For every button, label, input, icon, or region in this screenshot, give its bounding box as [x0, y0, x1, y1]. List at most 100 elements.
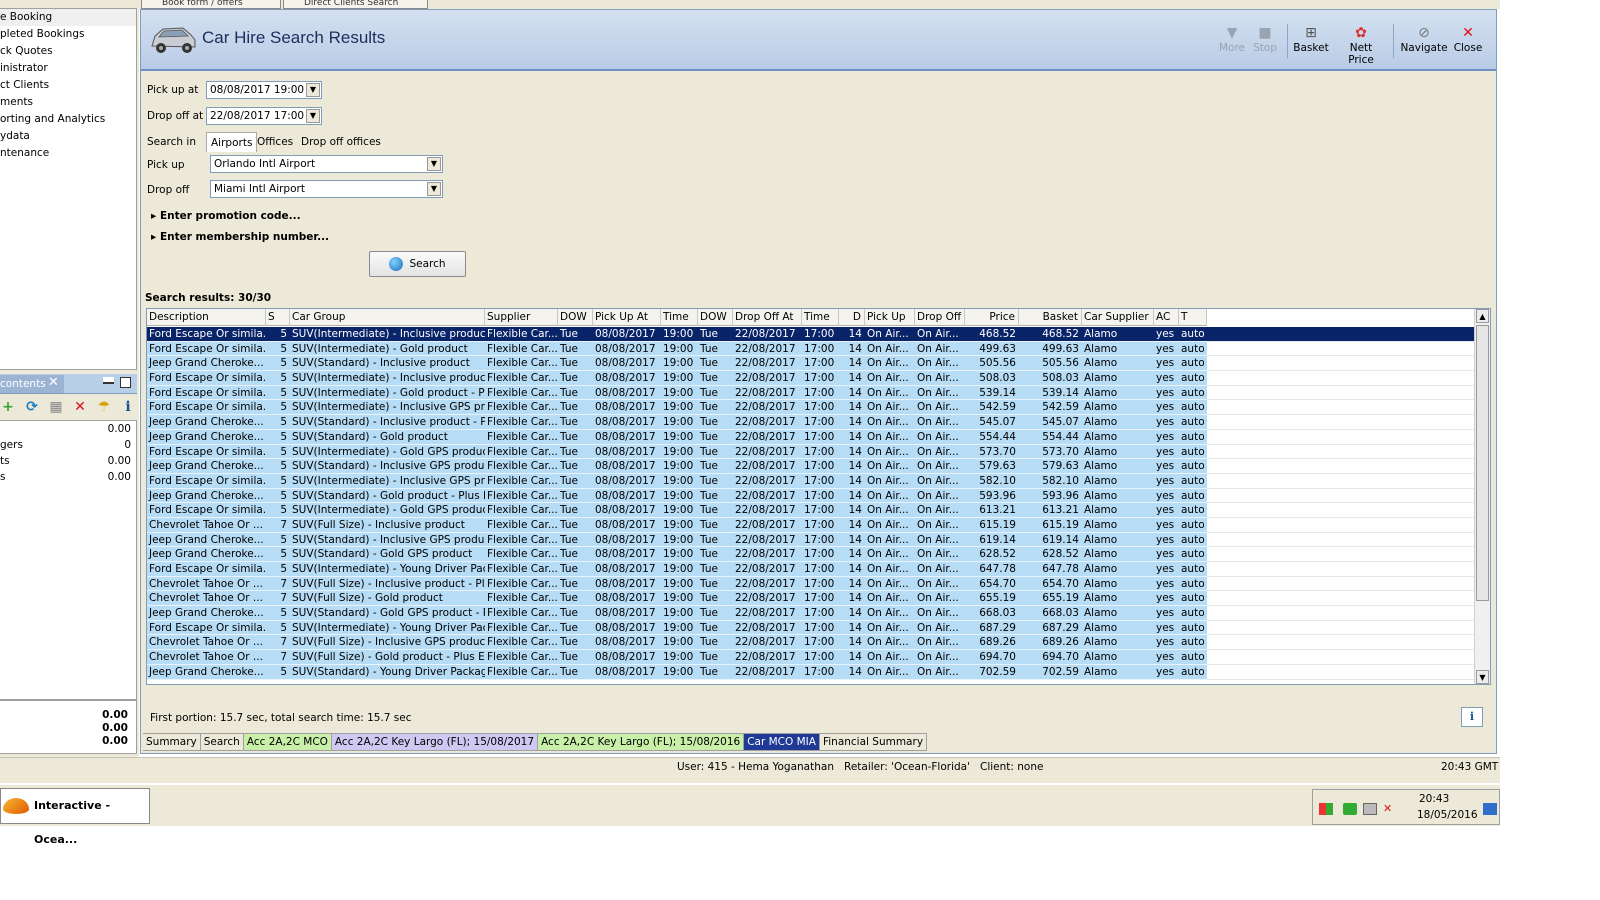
windows-flag-icon[interactable]: [1319, 803, 1333, 815]
table-row[interactable]: Jeep Grand Cheroke... 5 SUV(Standard) - Go…: [147, 606, 1475, 621]
column-header[interactable]: T: [1179, 309, 1207, 326]
nav-item-booking[interactable]: e Booking: [0, 9, 136, 26]
delete-icon[interactable]: ✕: [72, 399, 88, 415]
table-row[interactable]: Chevrolet Tahoe Or ... 7 SUV(Full Size) - …: [147, 591, 1475, 607]
nav-item-keydata[interactable]: ydata: [0, 128, 136, 145]
column-header[interactable]: Time: [661, 309, 698, 326]
column-header[interactable]: AC: [1154, 309, 1179, 326]
navigate-button[interactable]: ⊘ Navigate: [1400, 24, 1448, 62]
volume-muted-icon[interactable]: ✕: [1383, 803, 1397, 815]
dropoff-datetime-field[interactable]: 22/08/2017 17:00 ▼: [206, 107, 322, 125]
promotion-code-expander[interactable]: ▸ Enter promotion code...: [151, 210, 301, 222]
tab-airports[interactable]: Airports: [206, 132, 258, 152]
table-row[interactable]: Chevrolet Tahoe Or ... 7 SUV(Full Size) - …: [147, 517, 1475, 533]
column-header[interactable]: DOW: [558, 309, 593, 326]
table-row[interactable]: Ford Escape Or simila... 5 SUV(Intermediat…: [147, 562, 1475, 577]
dropoff-location-select[interactable]: Miami Intl Airport ▼: [210, 180, 443, 198]
nav-item-administrator[interactable]: inistrator: [0, 60, 136, 77]
table-row[interactable]: Jeep Grand Cheroke... 5 SUV(Standard) - In…: [147, 532, 1475, 548]
basket-icon[interactable]: ▦: [48, 399, 64, 415]
close-button[interactable]: ✕ Close: [1453, 24, 1483, 62]
table-row[interactable]: Chevrolet Tahoe Or ... 7 SUV(Full Size) - …: [147, 650, 1475, 665]
tab-search[interactable]: Search: [200, 733, 244, 751]
table-row[interactable]: Jeep Grand Cheroke... 5 SUV(Standard) - In…: [147, 356, 1475, 372]
table-row[interactable]: Ford Escape Or simila... 5 SUV(Intermediat…: [147, 400, 1475, 416]
search-button[interactable]: Search: [369, 251, 466, 277]
scrollbar-thumb[interactable]: [1476, 325, 1489, 601]
top-tab-book-form[interactable]: Book form / offers: [141, 0, 281, 9]
chevron-down-icon[interactable]: ▼: [306, 83, 320, 97]
table-row[interactable]: Chevrolet Tahoe Or ... 7 SUV(Full Size) - …: [147, 635, 1475, 651]
table-row[interactable]: Ford Escape Or simila... 5 SUV(Intermediat…: [147, 341, 1475, 357]
tab-offices[interactable]: Offices: [253, 132, 297, 152]
stop-button[interactable]: ■ Stop: [1250, 24, 1280, 62]
column-header[interactable]: Drop Off: [915, 309, 965, 326]
table-row[interactable]: Jeep Grand Cheroke... 5 SUV(Standard) - In…: [147, 415, 1475, 430]
column-header[interactable]: Car Supplier: [1082, 309, 1154, 326]
info-icon[interactable]: i: [120, 399, 136, 415]
more-button[interactable]: ▼ More: [1217, 24, 1247, 62]
close-icon[interactable]: ✕: [48, 375, 59, 390]
nav-item-completed-bookings[interactable]: pleted Bookings: [0, 26, 136, 43]
column-header[interactable]: Car Group: [290, 309, 485, 326]
table-row[interactable]: Jeep Grand Cheroke... 5 SUV(Standard) - In…: [147, 459, 1475, 474]
chevron-down-icon[interactable]: ▼: [306, 109, 320, 123]
nav-item-quick-quotes[interactable]: ck Quotes: [0, 43, 136, 60]
tab-summary[interactable]: Summary: [143, 733, 201, 751]
minimize-icon[interactable]: [103, 377, 114, 384]
table-row[interactable]: Jeep Grand Cheroke... 5 SUV(Standard) - Go…: [147, 429, 1475, 445]
column-header[interactable]: Price: [965, 309, 1019, 326]
table-row[interactable]: Ford Escape Or simila... 5 SUV(Intermediat…: [147, 444, 1475, 460]
tab-acc-key-largo-2016[interactable]: Acc 2A,2C Key Largo (FL); 15/08/2016: [538, 733, 745, 751]
holiday-icon[interactable]: ☂: [96, 399, 112, 415]
tab-acc-mco[interactable]: Acc 2A,2C MCO: [243, 733, 332, 751]
top-tab-direct-clients[interactable]: Direct Clients Search: [283, 0, 428, 9]
tab-financial-summary[interactable]: Financial Summary: [819, 733, 928, 751]
tab-acc-key-largo-2017[interactable]: Acc 2A,2C Key Largo (FL); 15/08/2017: [331, 733, 539, 751]
nav-item-reporting-analytics[interactable]: orting and Analytics: [0, 111, 136, 128]
pickup-location-select[interactable]: Orlando Intl Airport ▼: [210, 155, 443, 173]
column-header[interactable]: Basket: [1019, 309, 1082, 326]
scroll-up-icon[interactable]: ▲: [1476, 309, 1489, 323]
add-icon[interactable]: +: [0, 399, 16, 415]
table-row[interactable]: Jeep Grand Cheroke... 5 SUV(Standard) - Yo…: [147, 664, 1475, 680]
maximize-icon[interactable]: [120, 377, 131, 388]
column-header[interactable]: D: [839, 309, 865, 326]
column-header[interactable]: Supplier: [485, 309, 558, 326]
table-row[interactable]: Ford Escape Or simila... 5 SUV(Intermediat…: [147, 327, 1475, 342]
vertical-scrollbar[interactable]: ▲ ▼: [1474, 309, 1490, 684]
membership-number-expander[interactable]: ▸ Enter membership number...: [151, 231, 329, 243]
column-header[interactable]: S: [266, 309, 290, 326]
table-row[interactable]: Ford Escape Or simila... 5 SUV(Intermediat…: [147, 620, 1475, 636]
nett-price-button[interactable]: ✿ Nett Price: [1336, 24, 1386, 66]
table-row[interactable]: Ford Escape Or simila... 5 SUV(Intermediat…: [147, 503, 1475, 518]
pickup-datetime-field[interactable]: 08/08/2017 19:00 ▼: [206, 81, 322, 99]
table-row[interactable]: Chevrolet Tahoe Or ... 7 SUV(Full Size) - …: [147, 576, 1475, 592]
table-row[interactable]: Ford Escape Or simila... 5 SUV(Intermediat…: [147, 473, 1475, 489]
tab-drop-off-offices[interactable]: Drop off offices: [297, 132, 385, 152]
taskbar-app-button[interactable]: Interactive - Ocea...: [0, 788, 150, 846]
table-row[interactable]: Jeep Grand Cheroke... 5 SUV(Standard) - Go…: [147, 488, 1475, 504]
column-header[interactable]: DOW: [698, 309, 733, 326]
chevron-down-icon[interactable]: ▼: [427, 157, 441, 171]
refresh-icon[interactable]: ⟳: [24, 399, 40, 415]
info-icon[interactable]: i: [1461, 707, 1483, 727]
scroll-down-icon[interactable]: ▼: [1476, 670, 1489, 684]
table-row[interactable]: Ford Escape Or simila... 5 SUV(Intermediat…: [147, 385, 1475, 401]
nav-item-direct-clients[interactable]: ct Clients: [0, 77, 136, 94]
show-desktop-icon[interactable]: [1483, 803, 1497, 815]
column-header[interactable]: Pick Up At: [593, 309, 661, 326]
column-header[interactable]: Description: [147, 309, 266, 326]
table-row[interactable]: Jeep Grand Cheroke... 5 SUV(Standard) - Go…: [147, 547, 1475, 562]
table-row[interactable]: Ford Escape Or simila... 5 SUV(Intermediat…: [147, 371, 1475, 386]
tab-car-mco-mia[interactable]: Car MCO MIA: [744, 733, 820, 751]
basket-button[interactable]: ⊞ Basket: [1291, 24, 1331, 62]
nav-item-maintenance[interactable]: ntenance: [0, 145, 136, 162]
printer-icon[interactable]: [1363, 803, 1377, 815]
chevron-down-icon[interactable]: ▼: [427, 182, 441, 196]
nav-item-payments[interactable]: ments: [0, 94, 136, 111]
column-header[interactable]: Drop Off At: [733, 309, 802, 326]
column-header[interactable]: Pick Up: [865, 309, 915, 326]
network-icon[interactable]: [1343, 803, 1357, 815]
column-header[interactable]: Time: [802, 309, 839, 326]
